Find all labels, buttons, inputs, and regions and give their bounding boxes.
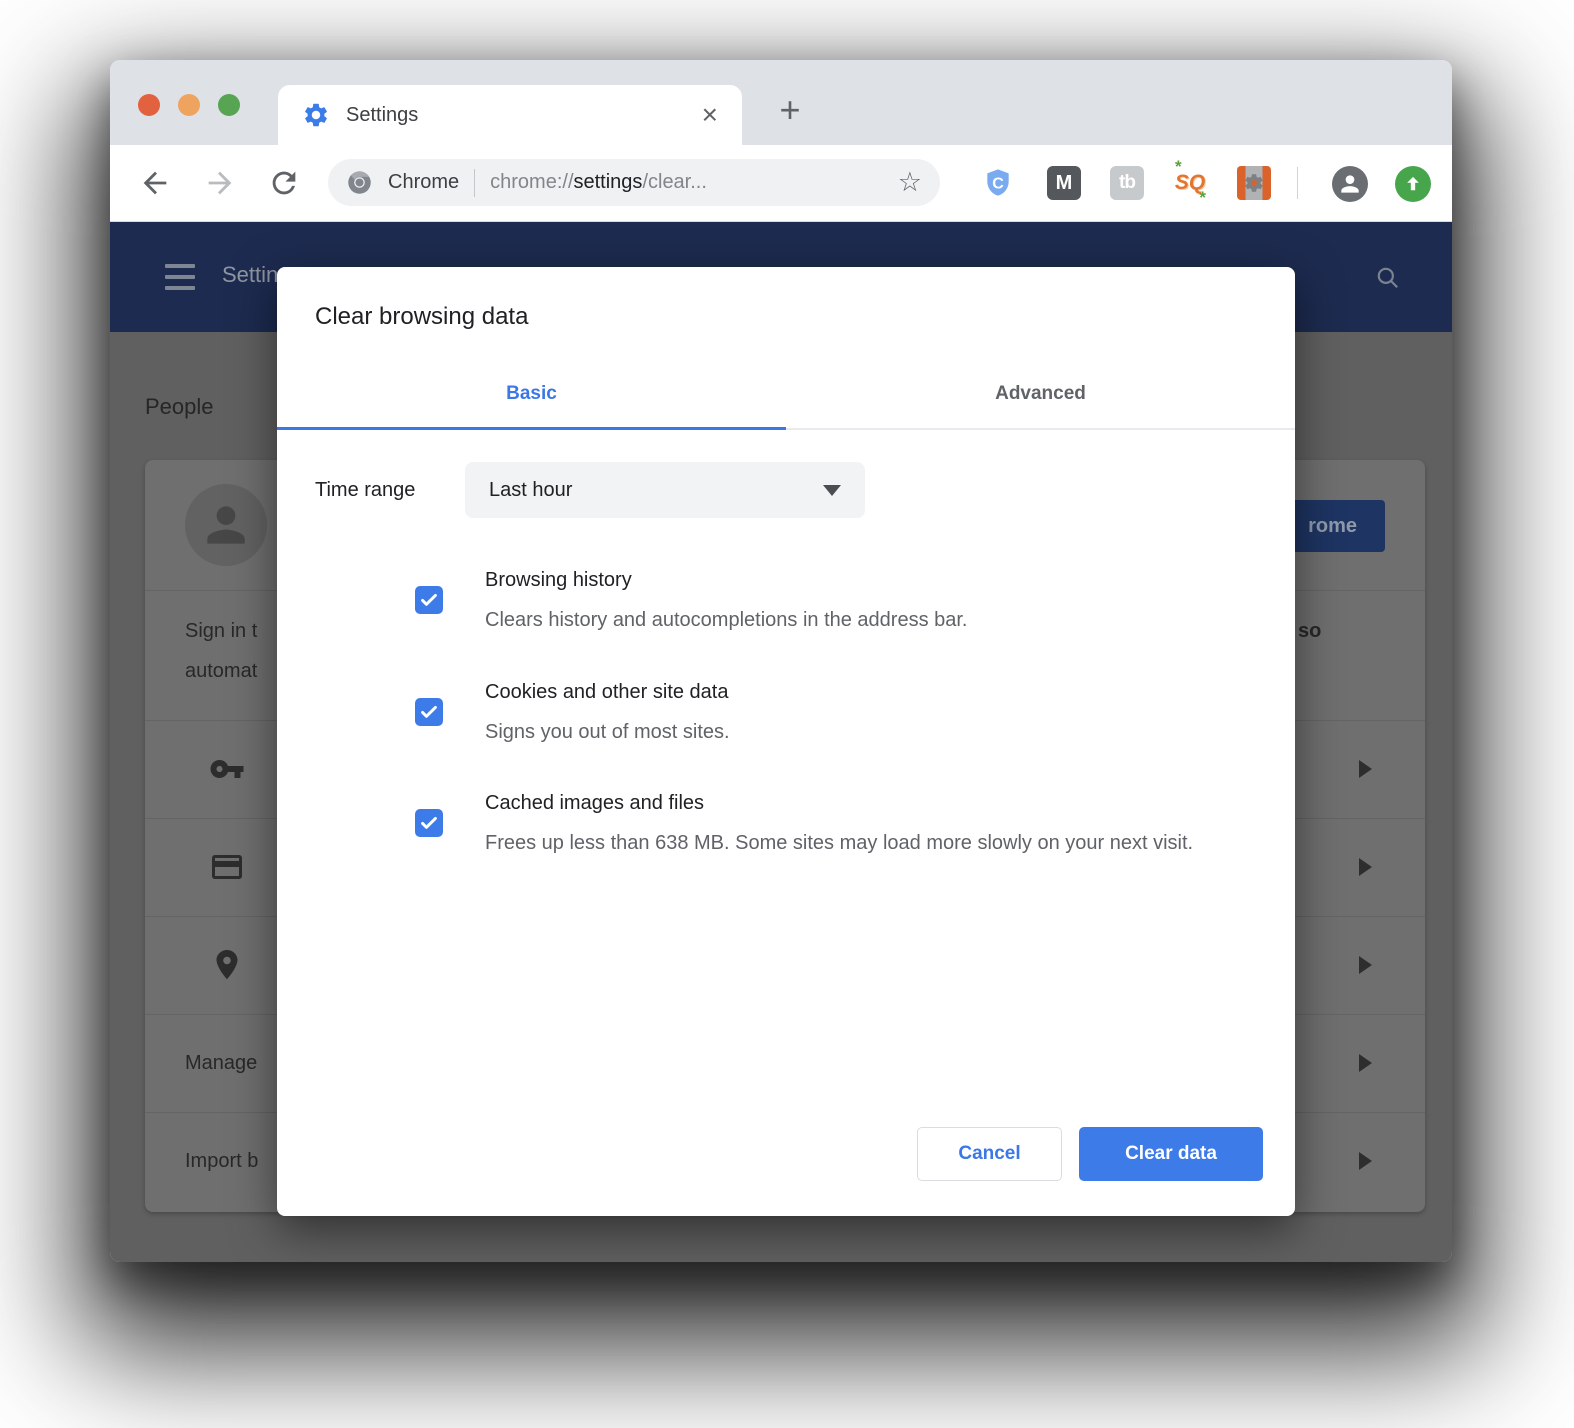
zoom-window-button[interactable]	[218, 94, 240, 116]
dialog-tabbar: Basic Advanced	[277, 360, 1295, 430]
bookmark-star-icon[interactable]: ☆	[898, 167, 922, 198]
update-arrow-icon[interactable]	[1395, 166, 1431, 202]
url-host: settings	[574, 171, 643, 193]
option-title: Cookies and other site data	[485, 672, 1345, 712]
tab-strip: Settings × +	[110, 60, 1452, 145]
chevron-right-icon[interactable]	[1359, 760, 1372, 778]
time-range-value: Last hour	[489, 479, 572, 502]
option-description: Clears history and autocompletions in th…	[485, 600, 1345, 640]
option-cached-files: Cached images and files Frees up less th…	[415, 783, 1345, 863]
extension-tb-icon[interactable]: tb	[1110, 166, 1144, 200]
tab-close-icon[interactable]: ×	[702, 101, 718, 129]
extension-gear-icon[interactable]	[1237, 166, 1271, 200]
people-section-title: People	[145, 394, 214, 420]
import-row-label[interactable]: Import b	[185, 1150, 258, 1173]
signin-text-line2: automat	[185, 660, 257, 683]
tab-settings[interactable]: Settings ×	[278, 85, 742, 145]
time-range-label: Time range	[315, 462, 415, 518]
chevron-right-icon[interactable]	[1359, 858, 1372, 876]
cookies-checkbox[interactable]	[415, 698, 443, 726]
url-text: chrome://settings/clear...	[490, 171, 707, 194]
url-path: /clear...	[642, 171, 706, 193]
site-name-label: Chrome	[388, 171, 459, 194]
time-range-select[interactable]: Last hour	[465, 462, 865, 518]
profile-avatar-icon[interactable]	[1332, 166, 1368, 202]
chevron-right-icon[interactable]	[1359, 1054, 1372, 1072]
tab-basic[interactable]: Basic	[277, 360, 786, 428]
browser-window: Settings × + Chrome chrome://settings/cl	[110, 60, 1452, 1262]
manage-row-label[interactable]: Manage	[185, 1052, 257, 1075]
svg-text:C: C	[992, 176, 1004, 193]
new-tab-button[interactable]: +	[770, 90, 810, 130]
menu-icon[interactable]	[165, 264, 195, 290]
chevron-right-icon[interactable]	[1359, 1152, 1372, 1170]
search-icon[interactable]	[1375, 265, 1401, 291]
window-controls	[138, 94, 240, 116]
signin-text-line1: Sign in t	[185, 620, 257, 643]
address-bar[interactable]: Chrome chrome://settings/clear... ☆	[328, 159, 940, 206]
settings-gear-favicon	[302, 101, 330, 129]
url-scheme: chrome://	[490, 171, 573, 193]
browsing-history-checkbox[interactable]	[415, 586, 443, 614]
key-icon	[209, 751, 245, 787]
option-description: Frees up less than 638 MB. Some sites ma…	[485, 823, 1345, 863]
chevron-right-icon[interactable]	[1359, 956, 1372, 974]
cached-files-checkbox[interactable]	[415, 809, 443, 837]
option-browsing-history: Browsing history Clears history and auto…	[415, 560, 1345, 640]
browser-toolbar: Chrome chrome://settings/clear... ☆ C M …	[110, 145, 1452, 222]
toolbar-divider	[1297, 167, 1298, 199]
cancel-button[interactable]: Cancel	[917, 1127, 1062, 1181]
forward-icon	[203, 166, 237, 200]
tab-title: Settings	[346, 104, 418, 127]
close-window-button[interactable]	[138, 94, 160, 116]
option-title: Cached images and files	[485, 783, 1345, 823]
option-cookies: Cookies and other site data Signs you ou…	[415, 672, 1345, 752]
profile-avatar-large	[185, 484, 267, 566]
extension-sq-icon[interactable]: SQ * *	[1173, 166, 1207, 200]
reload-icon[interactable]	[267, 166, 301, 200]
dropdown-caret-icon	[823, 485, 841, 496]
credit-card-icon	[209, 849, 245, 885]
option-description: Signs you out of most sites.	[485, 712, 1345, 752]
extension-m-icon[interactable]: M	[1047, 166, 1081, 200]
url-separator	[474, 169, 475, 197]
tab-advanced[interactable]: Advanced	[786, 360, 1295, 428]
clear-browsing-data-dialog: Clear browsing data Basic Advanced Time …	[277, 267, 1295, 1216]
location-pin-icon	[209, 947, 245, 983]
minimize-window-button[interactable]	[178, 94, 200, 116]
extension-shield-icon[interactable]: C	[981, 166, 1015, 200]
dialog-title: Clear browsing data	[315, 303, 528, 331]
chrome-logo-icon	[346, 169, 373, 196]
back-icon[interactable]	[138, 166, 172, 200]
clear-data-button[interactable]: Clear data	[1079, 1127, 1263, 1181]
option-title: Browsing history	[485, 560, 1345, 600]
